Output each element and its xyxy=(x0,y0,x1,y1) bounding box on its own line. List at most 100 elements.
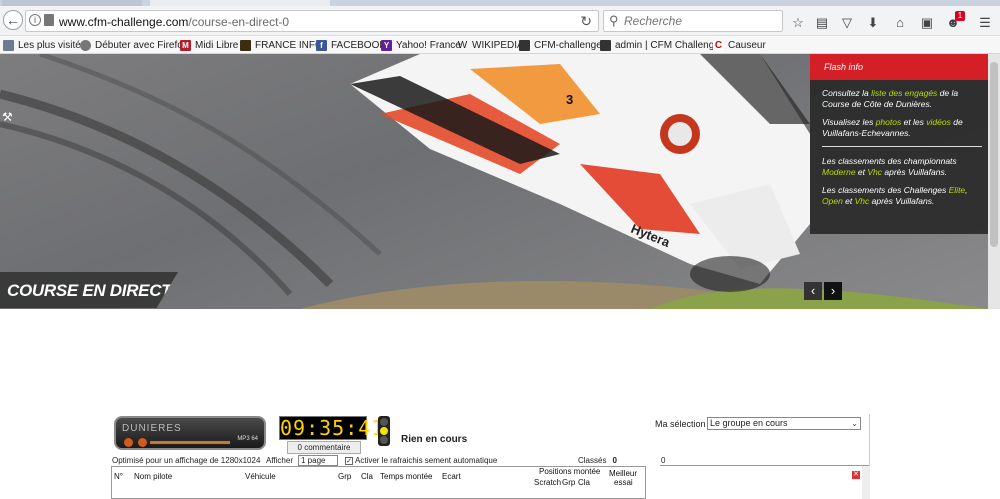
slider-prev-button[interactable]: ‹ xyxy=(804,282,822,300)
bookmark-causeur[interactable]: C Causeur xyxy=(713,39,766,52)
pocket-icon[interactable]: ▽ xyxy=(838,15,856,31)
flash-item-challenges: Les classements des Challenges Elite, Op… xyxy=(822,185,968,206)
flash-info-panel: Flash info Consultez la liste des engagé… xyxy=(810,54,988,234)
cfm-admin-icon xyxy=(600,40,611,51)
search-bar[interactable]: ⚲ xyxy=(603,10,783,32)
selection-divider xyxy=(660,465,869,466)
download-icon[interactable]: ⬇ xyxy=(864,15,882,31)
franceinfo-icon xyxy=(240,40,251,51)
link-liste-engages[interactable]: liste des engagés xyxy=(871,88,937,98)
optimized-note: Optimisé pour un affichage de 1280x1024 xyxy=(112,456,261,465)
col-pos-grp[interactable]: Grp xyxy=(562,478,575,487)
link-photos[interactable]: photos xyxy=(876,117,902,127)
bookmark-wikipedia[interactable]: W WIKIPEDIA xyxy=(457,39,524,52)
bookmark-label: FRANCE INFO xyxy=(255,40,323,51)
bookmark-admin-cfm[interactable]: admin | CFM Challenge xyxy=(600,39,720,52)
search-input[interactable] xyxy=(624,14,774,28)
flash-info-header: Flash info xyxy=(810,54,988,80)
volume-bar[interactable] xyxy=(150,441,230,444)
navigation-toolbar: ← i www.cfm-challenge.com/course-en-dire… xyxy=(0,6,1000,36)
link-videos[interactable]: vidéos xyxy=(926,117,951,127)
col-scratch[interactable]: Scratch xyxy=(534,478,561,487)
flash-divider xyxy=(822,146,982,147)
auto-refresh-toggle[interactable]: ✓ Activer le rafraichis sement automatiqu… xyxy=(345,456,497,465)
col-gap[interactable]: Ecart xyxy=(442,472,461,481)
col-cla[interactable]: Cla xyxy=(361,472,373,481)
link-elite[interactable]: Elite xyxy=(949,185,966,195)
col-positions: Positions montée xyxy=(539,467,601,476)
pages-select[interactable]: 1 page xyxy=(298,455,338,466)
afficher-label: Afficher xyxy=(266,456,293,465)
pages-select-value: 1 page xyxy=(301,456,326,465)
bookmark-label: admin | CFM Challenge xyxy=(615,40,720,51)
reading-list-icon[interactable]: ▤ xyxy=(813,15,831,31)
bookmark-label: Les plus visités xyxy=(18,40,86,51)
causeur-icon: C xyxy=(713,40,724,51)
live-clock: 09:35:41 xyxy=(279,416,385,440)
flash-scrollbar[interactable] xyxy=(988,54,1000,309)
col-best-1[interactable]: Meilleur xyxy=(609,469,637,478)
race-status: Rien en cours xyxy=(401,434,468,445)
bookmark-facebook[interactable]: f FACEBOOK xyxy=(316,39,386,52)
menu-icon[interactable]: ☰ xyxy=(976,15,994,31)
checkbox-checked-icon[interactable]: ✓ xyxy=(345,456,353,465)
col-pos-cla[interactable]: Cla xyxy=(578,478,590,487)
selection-scrollbar[interactable] xyxy=(862,466,870,499)
audio-player[interactable]: DUNIERES MP3 64 xyxy=(114,416,266,450)
link-open[interactable]: Open xyxy=(822,196,843,206)
selection-value: Le groupe en cours xyxy=(710,418,788,428)
bookmark-label: Causeur xyxy=(728,40,766,51)
url-text[interactable]: www.cfm-challenge.com/course-en-direct-0 xyxy=(59,15,289,29)
bookmark-les-plus-visites[interactable]: Les plus visités xyxy=(3,39,86,52)
col-pilot[interactable]: Nom pilote xyxy=(134,472,172,481)
cfm-icon xyxy=(519,40,530,51)
notification-badge: 1 xyxy=(955,11,965,21)
play-icon[interactable] xyxy=(124,438,133,447)
bookmark-france-info[interactable]: FRANCE INFO xyxy=(240,39,323,52)
share-icon[interactable]: ▣ xyxy=(918,15,936,31)
selection-count: 0 xyxy=(661,456,666,465)
link-vhc-championnat[interactable]: Vhc xyxy=(867,167,882,177)
stop-icon[interactable] xyxy=(138,438,147,447)
link-moderne[interactable]: Moderne xyxy=(822,167,856,177)
bookmark-cfm-challenge[interactable]: CFM-challenge xyxy=(519,39,602,52)
page-icon xyxy=(44,14,54,26)
back-arrow-icon: ← xyxy=(6,12,20,28)
col-time[interactable]: Temps montée xyxy=(380,472,432,481)
stream-quality: MP3 64 xyxy=(237,436,258,442)
midilibre-m-icon: M xyxy=(180,40,191,51)
reload-icon[interactable]: ↻ xyxy=(580,13,592,30)
bookmark-midi-libre[interactable]: M Midi Libre xyxy=(180,39,238,52)
home-icon[interactable]: ⌂ xyxy=(891,15,909,31)
back-button[interactable]: ← xyxy=(3,10,23,30)
flash-item-engages: Consultez la liste des engagés de la Cou… xyxy=(822,88,959,109)
close-icon[interactable]: ✕ xyxy=(852,471,860,479)
col-vehicle[interactable]: Véhicule xyxy=(245,472,276,481)
col-best-2: essai xyxy=(614,478,633,487)
bookmark-star-icon[interactable]: ☆ xyxy=(789,15,807,31)
scrollbar-thumb[interactable] xyxy=(990,62,998,247)
selection-dropdown[interactable]: Le groupe en cours ⌄ xyxy=(707,417,861,430)
wrench-icon: ⚒ xyxy=(2,110,13,124)
url-bar[interactable]: i www.cfm-challenge.com/course-en-direct… xyxy=(25,10,599,32)
bookmarks-folder-icon xyxy=(3,40,14,51)
comment-button[interactable]: 0 commentaire xyxy=(287,441,361,454)
flash-info-title: Flash info xyxy=(824,62,864,72)
col-num[interactable]: N° xyxy=(114,472,123,481)
bookmark-label: WIKIPEDIA xyxy=(472,40,524,51)
bookmark-label: CFM-challenge xyxy=(534,40,602,51)
link-vhc-challenge[interactable]: Vhc xyxy=(855,196,870,206)
bookmark-yahoo[interactable]: Y Yahoo! France xyxy=(381,39,461,52)
wikipedia-w-icon: W xyxy=(457,40,468,51)
bookmark-label: Yahoo! France xyxy=(396,40,461,51)
flash-info-body: Consultez la liste des engagés de la Cou… xyxy=(822,88,982,214)
bookmark-label: FACEBOOK xyxy=(331,40,387,51)
slider-next-button[interactable]: › xyxy=(824,282,842,300)
search-icon: ⚲ xyxy=(609,13,619,28)
site-info-icon[interactable]: i xyxy=(29,14,41,26)
facebook-icon: f xyxy=(316,40,327,51)
classes-count: Classés 0 xyxy=(578,456,617,465)
col-grp[interactable]: Grp xyxy=(338,472,351,481)
bookmark-debuter-firefox[interactable]: Débuter avec Firefox xyxy=(80,39,188,52)
bookmark-label: Débuter avec Firefox xyxy=(95,40,188,51)
